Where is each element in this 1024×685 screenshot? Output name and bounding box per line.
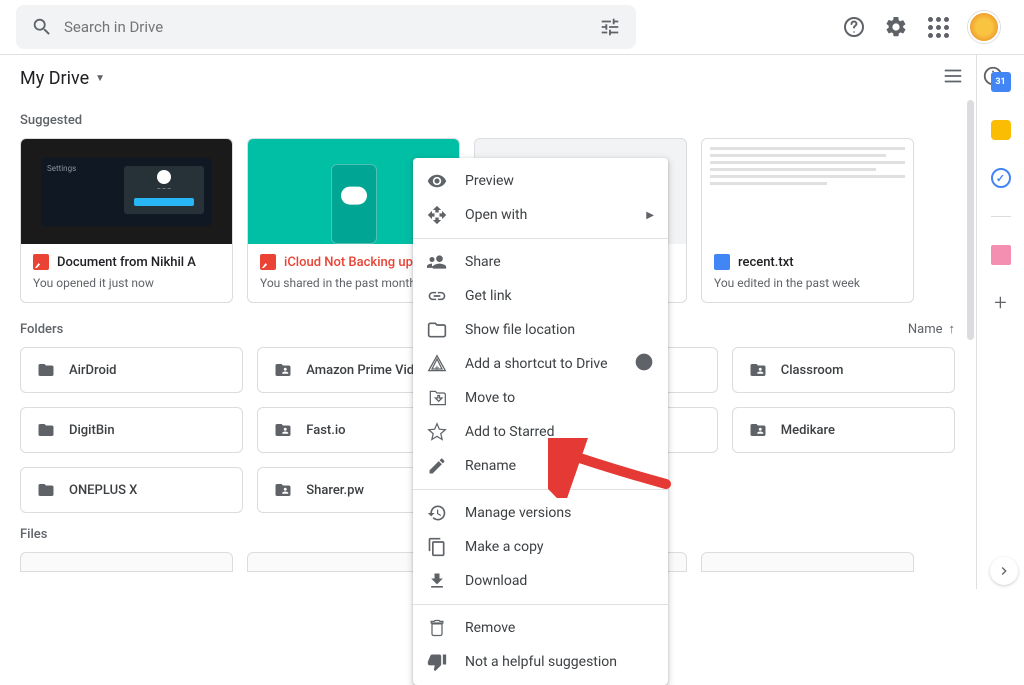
menu-get-link[interactable]: Get link xyxy=(413,279,668,313)
calendar-app-icon[interactable] xyxy=(991,72,1011,92)
search-input[interactable] xyxy=(64,18,588,36)
sort-by-name[interactable]: Name↑ xyxy=(908,321,955,337)
menu-make-copy[interactable]: Make a copy xyxy=(413,530,668,564)
breadcrumb-dropdown-icon[interactable]: ▼ xyxy=(95,73,105,84)
file-item[interactable] xyxy=(701,552,914,572)
help-icon[interactable] xyxy=(634,352,654,376)
menu-add-shortcut[interactable]: +Add a shortcut to Drive xyxy=(413,347,668,381)
divider xyxy=(991,216,1011,217)
side-panel: + xyxy=(976,54,1024,589)
menu-manage-versions[interactable]: Manage versions xyxy=(413,496,668,530)
help-icon[interactable] xyxy=(842,15,866,39)
menu-divider xyxy=(413,238,668,239)
menu-divider xyxy=(413,604,668,605)
menu-remove[interactable]: Remove xyxy=(413,611,668,645)
menu-open-with[interactable]: Open with▶ xyxy=(413,198,668,232)
doc-file-icon xyxy=(714,254,730,270)
menu-move-to[interactable]: Move to xyxy=(413,381,668,415)
suggested-label: Suggested xyxy=(20,113,955,128)
folder-item[interactable]: DigitBin xyxy=(20,407,243,453)
chevron-right-icon: ▶ xyxy=(646,210,654,221)
search-icon xyxy=(20,16,64,38)
card-thumbnail xyxy=(702,139,913,244)
menu-show-location[interactable]: Show file location xyxy=(413,313,668,347)
card-title: recent.txt xyxy=(714,254,901,270)
svg-text:+: + xyxy=(435,364,440,374)
addon-app-icon[interactable] xyxy=(991,245,1011,265)
image-file-icon xyxy=(260,254,276,270)
menu-download[interactable]: Download xyxy=(413,564,668,598)
image-file-icon xyxy=(33,254,49,270)
folder-item[interactable]: AirDroid xyxy=(20,347,243,393)
keep-app-icon[interactable] xyxy=(991,120,1011,140)
folder-item[interactable]: ONEPLUS X xyxy=(20,467,243,513)
search-options-icon[interactable] xyxy=(588,16,632,38)
menu-share[interactable]: Share xyxy=(413,245,668,279)
card-title: Document from Nikhil A xyxy=(33,254,220,270)
breadcrumb-title[interactable]: My Drive xyxy=(20,68,89,89)
card-subtitle: You opened it just now xyxy=(33,276,220,290)
suggested-card[interactable]: recent.txt You edited in the past week xyxy=(701,138,914,303)
card-subtitle: You edited in the past week xyxy=(714,276,901,290)
settings-icon[interactable] xyxy=(884,15,908,39)
list-view-icon[interactable] xyxy=(942,65,964,91)
search-bar[interactable] xyxy=(16,5,636,49)
tasks-app-icon[interactable] xyxy=(991,168,1011,188)
context-menu: Preview Open with▶ Share Get link Show f… xyxy=(413,158,668,685)
card-thumbnail: Settings— — — xyxy=(21,139,232,244)
menu-rename[interactable]: Rename xyxy=(413,449,668,483)
account-avatar[interactable] xyxy=(968,11,1000,43)
arrow-up-icon: ↑ xyxy=(949,321,956,337)
apps-icon[interactable] xyxy=(926,15,950,39)
get-addons-icon[interactable]: + xyxy=(991,293,1011,313)
menu-add-starred[interactable]: Add to Starred xyxy=(413,415,668,449)
menu-not-helpful[interactable]: Not a helpful suggestion xyxy=(413,645,668,679)
menu-preview[interactable]: Preview xyxy=(413,164,668,198)
folder-item[interactable]: Medikare xyxy=(732,407,955,453)
menu-divider xyxy=(413,489,668,490)
hide-side-panel-icon[interactable] xyxy=(990,557,1018,585)
file-item[interactable] xyxy=(20,552,233,572)
folder-item[interactable]: Classroom xyxy=(732,347,955,393)
folders-label: Folders xyxy=(20,322,63,337)
suggested-card[interactable]: Settings— — — Document from Nikhil A You… xyxy=(20,138,233,303)
